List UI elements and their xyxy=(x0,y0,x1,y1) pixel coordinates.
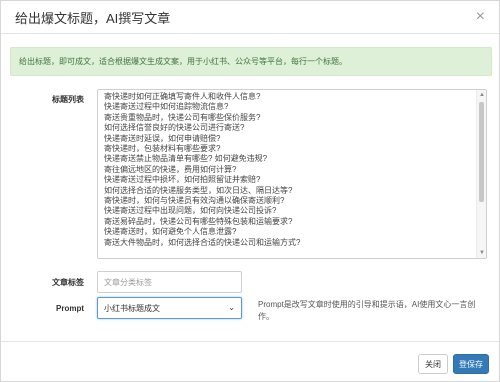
title-line: 寄快递时，如何与快递员有效沟通以确保寄送顺利? xyxy=(104,196,285,206)
info-alert: 给出标题，即可成文，适合根据爆文生成文案，用于小红书、公众号等平台，每行一个标题… xyxy=(10,47,492,76)
title-line: 快递寄送过程中出现问题，如何向快递公司投诉? xyxy=(104,206,277,216)
arrow-down-icon[interactable]: ▼ xyxy=(477,248,486,258)
prompt-label: Prompt xyxy=(56,304,84,313)
scroll-thumb[interactable] xyxy=(479,102,484,202)
title-line: 快递寄送时，如何避免个人信息泄露? xyxy=(104,227,237,237)
title-line: 寄往偏远地区的快递，费用如何计算? xyxy=(104,164,237,174)
close-button[interactable]: 关闭 xyxy=(418,354,448,374)
modal-title: 给出爆文标题，AI撰写文章 xyxy=(15,10,171,26)
title-line: 快递寄送过程中损坏，如何拍照留证并索赔? xyxy=(104,175,261,185)
alert-text: 给出标题，即可成文，适合根据爆文生成文案，用于小红书、公众号等平台，每行一个标题… xyxy=(19,57,347,66)
footer-divider xyxy=(1,341,499,342)
title-line: 快递寄送禁止物品清单有哪些? 如何避免违规? xyxy=(104,154,268,164)
title-line: 如何选择信誉良好的快递公司进行寄送? xyxy=(104,123,245,133)
chevron-down-icon: ⌄ xyxy=(228,303,235,312)
titles-list: 寄快递时如何正确填写寄件人和收件人信息? 快递寄送过程中如何追踪物流信息? 寄送贵重… xyxy=(104,92,472,258)
prompt-selected-value: 小红书标题成文 xyxy=(104,303,160,313)
arrow-up-icon[interactable]: ▲ xyxy=(477,90,486,100)
prompt-select[interactable]: 小红书标题成文 ⌄ xyxy=(97,297,242,319)
tag-input[interactable]: 文章分类标签 xyxy=(97,271,242,293)
scrollbar[interactable]: ▲ ▼ xyxy=(476,90,486,258)
modal-header: 给出爆文标题，AI撰写文章 × xyxy=(1,1,499,34)
title-line: 寄送贵重物品时，快递公司有哪些保价服务? xyxy=(104,112,261,122)
titles-label: 标题列表 xyxy=(52,95,84,104)
tag-label: 文章标签 xyxy=(52,278,84,287)
title-line: 快递寄送过程中如何追踪物流信息? xyxy=(104,102,229,112)
title-line: 寄快递时如何正确填写寄件人和收件人信息? xyxy=(104,92,261,101)
ai-article-modal: 给出爆文标题，AI撰写文章 × 给出标题，即可成文，适合根据爆文生成文案，用于小… xyxy=(0,0,500,382)
titles-textarea[interactable]: 寄快递时如何正确填写寄件人和收件人信息? 快递寄送过程中如何追踪物流信息? 寄送贵重… xyxy=(97,89,487,259)
prompt-help-text: Prompt是改写文章时使用的引导和提示语，AI使用文心一言创作。 xyxy=(258,300,476,321)
title-line: 快递寄送时延误，如何申请赔偿? xyxy=(104,133,221,143)
title-line: 寄快递时，包装材料有哪些要求? xyxy=(104,144,221,154)
title-line: 寄送易碎品时，快递公司有哪些特殊包装和运输要求? xyxy=(104,216,293,226)
title-line: 如何选择合适的快递服务类型，如次日达、隔日达等? xyxy=(104,185,293,195)
tag-placeholder: 文章分类标签 xyxy=(104,277,152,287)
title-line: 寄送大件物品时，如何选择合适的快递公司和运输方式? xyxy=(104,237,301,247)
close-icon[interactable]: × xyxy=(476,9,485,25)
save-button[interactable]: 登保存 xyxy=(453,354,489,374)
